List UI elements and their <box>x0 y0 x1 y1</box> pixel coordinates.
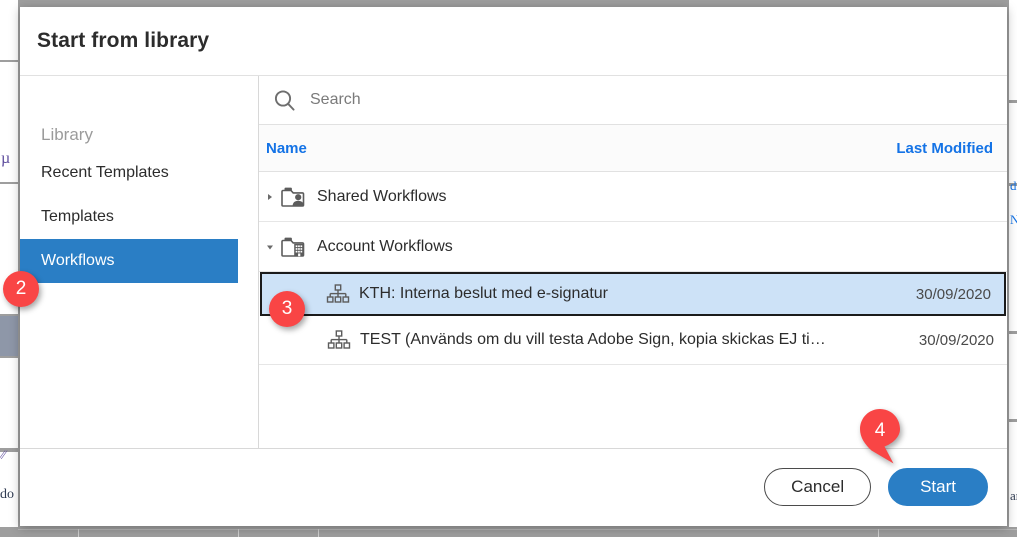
step-marker-4: 4 <box>859 408 901 464</box>
backdrop-panel <box>1009 103 1017 183</box>
folder-building-icon <box>281 237 305 257</box>
step-marker-2: 2 <box>3 271 39 307</box>
search-bar <box>259 76 1007 125</box>
sidebar: Library Recent Templates Templates Workf… <box>20 76 259 448</box>
table-row-date: 30/09/2020 <box>915 285 991 303</box>
sidebar-item-workflows[interactable]: Workflows <box>20 239 238 283</box>
step-marker-4-label: 4 <box>874 420 886 441</box>
workflow-row-selected[interactable]: KTH: Interna beslut med e-signatur 30/09… <box>260 272 1006 316</box>
workflow-hierarchy-icon <box>326 284 350 303</box>
sidebar-heading: Library <box>41 125 93 144</box>
table-row-label: Account Workflows <box>317 237 453 255</box>
backdrop-panel <box>1009 422 1017 527</box>
backdrop-panel <box>0 316 18 356</box>
start-button[interactable]: Start <box>888 468 988 506</box>
backdrop-panel <box>1009 334 1017 419</box>
table-row-shared-workflows[interactable]: Shared Workflows <box>259 172 1007 222</box>
table-row-date: 30/09/2020 <box>918 331 994 349</box>
column-header-name[interactable]: Name <box>259 140 307 157</box>
dialog-header: Start from library <box>20 7 1007 76</box>
table-row-label: Shared Workflows <box>317 187 447 205</box>
workflow-hierarchy-icon <box>327 330 351 349</box>
column-header-last-modified[interactable]: Last Modified <box>896 140 1007 157</box>
cancel-button[interactable]: Cancel <box>764 468 872 506</box>
page-title: Start from library <box>37 29 210 52</box>
backdrop-panel <box>1009 0 1017 100</box>
search-icon <box>274 89 295 111</box>
table-row-label: KTH: Interna beslut med e-signatur <box>359 285 609 302</box>
sidebar-item-templates[interactable]: Templates <box>20 195 258 239</box>
backdrop-panel <box>1009 186 1017 331</box>
backdrop-panel <box>0 358 18 448</box>
dialog-body: Library Recent Templates Templates Workf… <box>20 76 1007 448</box>
backdrop-panel <box>0 0 18 60</box>
table-row-account-workflows[interactable]: Account Workflows <box>259 222 1007 272</box>
content-panel: Name Last Modified Shared Workflows <box>259 76 1007 448</box>
table-row-label: TEST (Används om du vill testa Adobe Sig… <box>360 331 826 348</box>
folder-user-icon <box>281 187 305 207</box>
chevron-right-icon[interactable] <box>259 192 281 202</box>
table-rows: Shared Workflows Account Workflows KTH: … <box>259 172 1007 365</box>
chevron-down-icon[interactable] <box>259 242 281 252</box>
table-row-workflow-test[interactable]: TEST (Används om du vill testa Adobe Sig… <box>259 316 1007 365</box>
table-header-row: Name Last Modified <box>259 125 1007 172</box>
step-marker-3: 3 <box>269 291 305 327</box>
sidebar-item-recent-templates[interactable]: Recent Templates <box>20 151 258 195</box>
search-input[interactable] <box>310 91 1007 109</box>
